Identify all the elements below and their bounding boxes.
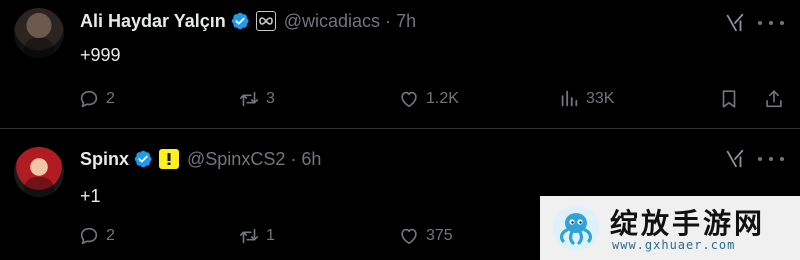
more-options-icon[interactable]: [758, 12, 784, 34]
like-count: 1.2K: [426, 90, 459, 107]
tweet-actions: 2 3 1.2K 33K: [78, 86, 782, 112]
views-button[interactable]: 33K: [558, 86, 614, 112]
retweet-count: 3: [266, 90, 275, 107]
share-icon: [763, 88, 785, 110]
verified-icon: [230, 11, 250, 31]
retweet-count: 1: [266, 227, 275, 244]
tweet-header: Ali Haydar Yalçın @wicadiacs · 7h: [80, 9, 416, 33]
retweet-icon: [238, 88, 260, 110]
heart-icon: [398, 225, 420, 247]
reply-count: 2: [106, 90, 115, 107]
retweet-button[interactable]: 1: [238, 223, 275, 249]
exclamation-badge-icon[interactable]: [159, 149, 180, 169]
watermark: 绽放手游网 www.gxhuaer.com: [540, 196, 800, 260]
reply-button[interactable]: 2: [78, 223, 115, 249]
watermark-title: 绽放手游网: [610, 207, 766, 240]
watermark-url: www.gxhuaer.com: [612, 238, 736, 252]
separator-dot: ·: [385, 10, 392, 31]
tweet-header: Spinx @SpinxCS2 · 6h: [80, 147, 321, 171]
like-button[interactable]: 375: [398, 223, 453, 249]
more-options-icon[interactable]: [758, 148, 784, 170]
timestamp[interactable]: 6h: [301, 149, 321, 170]
avatar[interactable]: [14, 8, 64, 58]
reply-icon: [78, 88, 100, 110]
heart-icon: [398, 88, 420, 110]
tweet-text: +999: [80, 45, 121, 65]
share-button[interactable]: [763, 86, 785, 112]
like-count: 375: [426, 227, 453, 244]
view-count: 33K: [586, 90, 615, 107]
tweet-text: +1: [80, 186, 101, 206]
retweet-button[interactable]: 3: [238, 86, 275, 112]
reply-count: 2: [106, 227, 115, 244]
avatar[interactable]: [14, 147, 64, 197]
grok-icon[interactable]: [724, 12, 746, 34]
like-button[interactable]: 1.2K: [398, 86, 459, 112]
author-name[interactable]: Spinx: [80, 149, 129, 170]
author-handle[interactable]: @SpinxCS2: [187, 149, 285, 170]
author-name[interactable]: Ali Haydar Yalçın: [80, 11, 226, 32]
octopus-logo-icon: [553, 205, 599, 251]
bookmark-icon: [718, 88, 740, 110]
author-handle[interactable]: @wicadiacs: [284, 11, 380, 32]
infinity-badge-icon[interactable]: [255, 11, 276, 31]
reply-icon: [78, 225, 100, 247]
bookmark-button[interactable]: [718, 86, 740, 112]
separator-dot: ·: [290, 148, 297, 169]
timestamp[interactable]: 7h: [396, 11, 416, 32]
retweet-icon: [238, 225, 260, 247]
tweet[interactable]: Ali Haydar Yalçın @wicadiacs · 7h +999 2…: [0, 0, 800, 129]
verified-icon: [133, 149, 153, 169]
grok-icon[interactable]: [724, 148, 746, 170]
views-icon: [558, 88, 580, 110]
reply-button[interactable]: 2: [78, 86, 115, 112]
